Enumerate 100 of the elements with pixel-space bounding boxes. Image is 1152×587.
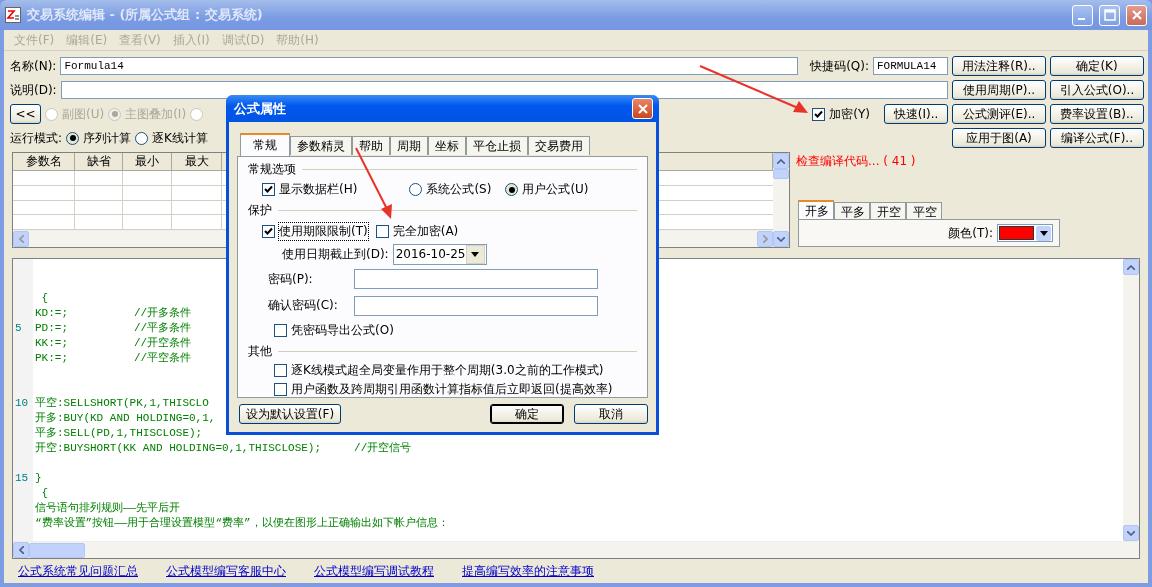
window-title: 交易系统编辑 - (所属公式组 : 交易系统) bbox=[27, 6, 264, 24]
password-label: 密码(P): bbox=[268, 270, 314, 288]
check-icon bbox=[264, 226, 273, 236]
checkbox[interactable]: 逐K线模式超全局变量作用于整个周期(3.0之前的工作模式) bbox=[274, 361, 604, 379]
column-header[interactable]: 最大 bbox=[172, 153, 222, 171]
maximize-button[interactable] bbox=[1099, 4, 1120, 26]
help-link[interactable]: 公式模型编写客服中心 bbox=[166, 562, 286, 580]
chevron-down-icon bbox=[777, 236, 785, 242]
tab[interactable]: 开空 bbox=[870, 202, 906, 219]
scroll-down-button[interactable] bbox=[773, 231, 789, 247]
scroll-down-button[interactable] bbox=[1123, 525, 1139, 541]
side-button[interactable]: 用法注释(R).. bbox=[952, 56, 1046, 76]
code-line: KD:=; //开多条件 bbox=[34, 306, 192, 321]
scroll-thumb[interactable] bbox=[29, 542, 85, 558]
tab[interactable]: 平仓止损 bbox=[466, 136, 528, 155]
minimize-icon bbox=[1077, 18, 1085, 20]
code-line: 开多:BUY(KD AND HOLDING=0,1, bbox=[34, 411, 216, 426]
scroll-thumb[interactable] bbox=[773, 169, 789, 179]
code-line: { bbox=[40, 291, 49, 306]
compile-status: 检查编译代码... ( 41 ) bbox=[796, 153, 917, 170]
checkbox[interactable]: 凭密码导出公式(O) bbox=[274, 321, 394, 339]
column-header[interactable]: 缺省 bbox=[75, 153, 123, 171]
code-line: } bbox=[34, 471, 42, 486]
confirm-password-field[interactable] bbox=[354, 295, 598, 316]
encrypt-checkbox[interactable]: 加密(Y) bbox=[812, 105, 870, 123]
close-icon bbox=[1130, 9, 1143, 21]
side-button[interactable]: 费率设置(B).. bbox=[1050, 104, 1144, 124]
radio-label[interactable]: 序列计算 bbox=[83, 129, 132, 147]
side-button[interactable]: 确定(K) bbox=[1050, 56, 1144, 76]
shortcut-field[interactable]: FORMULA14 bbox=[873, 57, 948, 75]
close-button[interactable] bbox=[1126, 4, 1147, 26]
close-icon bbox=[636, 102, 649, 115]
group-title: 常规选项 bbox=[248, 160, 296, 178]
code-line: 平多:SELL(PD,1,THISCLOSE); bbox=[34, 426, 203, 441]
tab[interactable]: 帮助 bbox=[352, 136, 390, 155]
tab[interactable]: 交易费用 bbox=[528, 136, 590, 155]
tab[interactable]: 常规 bbox=[240, 133, 290, 156]
dialog-button[interactable]: 确定 bbox=[490, 404, 564, 424]
side-button[interactable]: 使用周期(P).. bbox=[952, 80, 1046, 100]
run-mode-label: 运行模式: bbox=[10, 129, 63, 147]
radio-button[interactable] bbox=[409, 183, 423, 197]
description-label: 说明(D): bbox=[10, 81, 57, 99]
tab[interactable]: 开多 bbox=[798, 200, 834, 219]
code-line: PK:=; //平空条件 bbox=[34, 351, 192, 366]
tab[interactable]: 平空 bbox=[906, 202, 942, 219]
maximize-icon bbox=[1103, 9, 1116, 21]
radio-button[interactable] bbox=[505, 183, 519, 197]
close-button[interactable] bbox=[632, 98, 653, 119]
help-link[interactable]: 公式模型编写调试教程 bbox=[314, 562, 434, 580]
check-icon bbox=[264, 185, 273, 195]
line-number: 10 bbox=[15, 397, 29, 409]
password-field[interactable] bbox=[354, 269, 598, 290]
dialog-button[interactable]: 设为默认设置(F) bbox=[239, 404, 341, 424]
confirm-password-label: 确认密码(C): bbox=[268, 297, 339, 315]
chevron-right-icon bbox=[762, 235, 768, 243]
tab[interactable]: 平多 bbox=[834, 202, 870, 219]
color-dropdown[interactable] bbox=[997, 224, 1053, 242]
minimize-button[interactable] bbox=[1072, 4, 1093, 26]
radio-label[interactable]: 用户公式(U) bbox=[522, 181, 589, 199]
dialog-title: 公式属性 bbox=[234, 99, 287, 118]
checkbox[interactable]: 完全加密(A) bbox=[375, 222, 459, 240]
help-link[interactable]: 提高编写效率的注意事项 bbox=[462, 562, 594, 580]
scroll-left-button[interactable] bbox=[13, 542, 29, 558]
group-title: 保护 bbox=[248, 202, 272, 220]
radio-label[interactable]: 逐K线计算 bbox=[152, 129, 208, 147]
radio-button[interactable] bbox=[135, 131, 149, 145]
color-label: 颜色(T): bbox=[948, 224, 993, 242]
collapse-button[interactable]: << bbox=[10, 104, 41, 124]
checkbox[interactable]: 显示数据栏(H) bbox=[262, 181, 358, 199]
code-line: { bbox=[40, 486, 49, 501]
expiry-label: 使用日期截止到(D): bbox=[282, 245, 389, 263]
column-header[interactable]: 参数名 bbox=[13, 153, 75, 171]
side-button[interactable]: 引入公式(O).. bbox=[1050, 80, 1144, 100]
scroll-up-button[interactable] bbox=[1123, 259, 1139, 275]
checkbox[interactable]: 使用期限限制(T) bbox=[262, 222, 368, 240]
quick-button[interactable]: 快速(I).. bbox=[884, 104, 948, 124]
code-line: 开空:BUYSHORT(KK AND HOLDING=0,1,THISCLOSE); //开空信号 bbox=[34, 441, 412, 456]
tab[interactable]: 周期 bbox=[390, 136, 428, 155]
tab[interactable]: 坐标 bbox=[428, 136, 466, 155]
checkbox[interactable]: 用户函数及跨周期引用函数计算指标值后立即返回(提高效率) bbox=[274, 380, 613, 398]
side-button[interactable]: 应用于图(A) bbox=[952, 128, 1046, 148]
shortcut-label: 快捷码(Q): bbox=[810, 57, 869, 75]
column-header[interactable]: 最小 bbox=[123, 153, 172, 171]
tab[interactable]: 参数精灵 bbox=[290, 136, 352, 155]
group-title: 其他 bbox=[248, 342, 272, 360]
dialog-button[interactable]: 取消 bbox=[574, 404, 648, 424]
code-line: PD:=; //平多条件 bbox=[34, 321, 192, 336]
radio-button[interactable] bbox=[66, 131, 80, 145]
side-button[interactable]: 编译公式(F).. bbox=[1050, 128, 1144, 148]
radio-label[interactable]: 系统公式(S) bbox=[426, 181, 492, 199]
name-field[interactable]: Formula14 bbox=[60, 57, 799, 75]
scroll-up-button[interactable] bbox=[773, 153, 789, 169]
chevron-left-icon bbox=[18, 235, 24, 243]
caret-icon bbox=[1039, 230, 1048, 236]
help-link[interactable]: 公式系统常见问题汇总 bbox=[18, 562, 138, 580]
side-button[interactable]: 公式测评(E).. bbox=[952, 104, 1046, 124]
date-field[interactable]: 2016-10-25 bbox=[392, 243, 487, 265]
code-line: 平空:SELLSHORT(PK,1,THISCLO bbox=[34, 396, 209, 411]
chevron-left-icon bbox=[18, 546, 24, 554]
chevron-down-icon bbox=[1127, 530, 1135, 536]
